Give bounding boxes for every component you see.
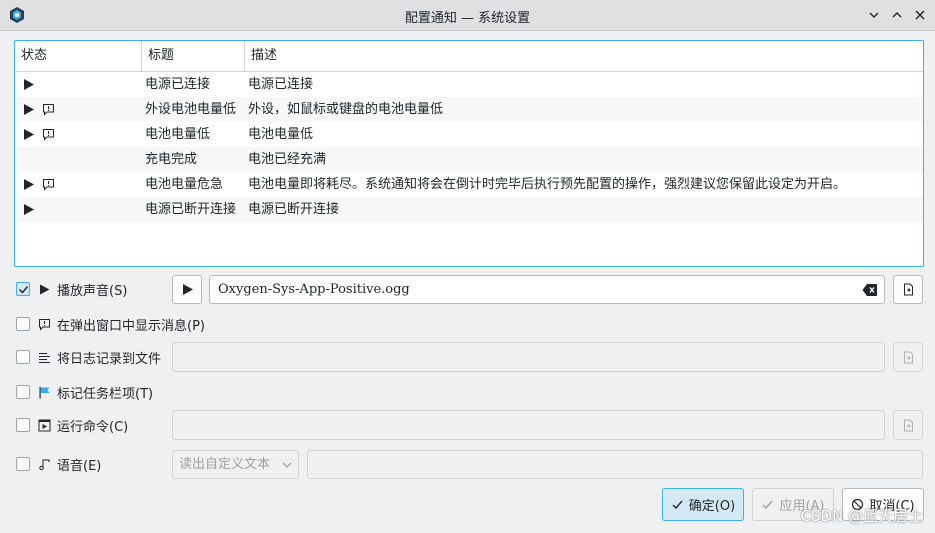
speech-checkbox[interactable] [16, 457, 30, 471]
speech-mode-value: 读出自定义文本 [179, 457, 271, 472]
log-checkbox[interactable] [16, 350, 30, 364]
table-row[interactable]: 电池电量低 电池电量低 [15, 122, 923, 147]
chevron-down-icon [869, 12, 879, 18]
close-icon [915, 10, 925, 20]
maximize-button[interactable] [887, 5, 907, 25]
title-bar: 配置通知 — 系统设置 [0, 0, 935, 31]
music-note-icon [38, 458, 51, 471]
sound-file-value: Oxygen-Sys-App-Positive.ogg [218, 282, 410, 297]
row-description: 电源已连接 [248, 77, 314, 92]
play-icon [38, 283, 51, 296]
open-file-icon [903, 283, 913, 296]
popup-label[interactable]: 在弹出窗口中显示消息(P) [57, 315, 205, 334]
minimize-button[interactable] [864, 5, 884, 25]
popup-checkbox[interactable] [16, 317, 30, 331]
play-sound-option: 播放声音(S) [16, 278, 127, 300]
speech-text-input[interactable] [307, 450, 923, 479]
play-icon [24, 179, 34, 190]
header-description[interactable]: 描述 [245, 41, 277, 71]
play-icon [24, 79, 34, 90]
play-sound-checkbox[interactable] [16, 282, 30, 296]
header-status[interactable]: 状态 [15, 41, 47, 71]
flag-icon [38, 386, 51, 399]
events-table: 状态 标题 描述 电源已连接 电源已连接 外设电池电量低 外设，如鼠标或键盘的电… [14, 40, 924, 267]
row-title: 充电完成 [145, 152, 198, 167]
checkmark-icon [762, 500, 774, 510]
command-checkbox[interactable] [16, 418, 30, 432]
row-title: 外设电池电量低 [145, 102, 237, 117]
play-icon [24, 129, 34, 140]
play-icon [182, 284, 193, 295]
play-icon [24, 104, 34, 115]
speech-label[interactable]: 语音(E) [57, 455, 101, 474]
row-description: 外设，如鼠标或键盘的电池电量低 [248, 102, 444, 117]
preview-sound-button[interactable] [172, 275, 202, 304]
command-input[interactable] [172, 410, 885, 440]
row-title: 电源已连接 [145, 77, 211, 92]
table-header: 状态 标题 描述 [15, 41, 923, 72]
popup-message-icon [43, 129, 54, 141]
taskbar-checkbox[interactable] [16, 385, 30, 399]
watermark: CSDN @蓝天居士 [800, 507, 923, 525]
speech-mode-select[interactable]: 读出自定义文本 [172, 450, 299, 479]
popup-message-icon [38, 318, 51, 331]
taskbar-label[interactable]: 标记任务栏项(T) [57, 383, 153, 402]
play-icon [24, 204, 34, 215]
play-sound-label[interactable]: 播放声音(S) [57, 280, 127, 299]
window-title: 配置通知 — 系统设置 [404, 11, 531, 26]
popup-option: 在弹出窗口中显示消息(P) [16, 313, 205, 335]
close-button[interactable] [910, 5, 930, 25]
row-description: 电池电量即将耗尽。系统通知将会在倒计时完毕后执行预先配置的操作，强烈建议您保留此… [248, 177, 847, 192]
chevron-down-icon [282, 462, 292, 468]
table-row[interactable]: 充电完成 电池已经充满 [15, 147, 923, 172]
row-title: 电源已断开连接 [145, 202, 237, 217]
table-row[interactable]: 电源已连接 电源已连接 [15, 72, 923, 97]
row-title: 电池电量低 [145, 127, 211, 142]
taskbar-option: 标记任务栏项(T) [16, 381, 153, 403]
table-row[interactable]: 电源已断开连接 电源已断开连接 [15, 197, 923, 222]
row-title: 电池电量危急 [145, 177, 224, 192]
chevron-up-icon [892, 12, 902, 18]
row-description: 电源已断开连接 [248, 202, 340, 217]
checkmark-icon [672, 500, 683, 510]
ok-label: 确定(O) [688, 499, 736, 514]
clear-text-icon[interactable] [862, 283, 878, 297]
text-lines-icon [38, 351, 51, 364]
checkmark-icon [18, 286, 29, 294]
browse-sound-button[interactable] [893, 275, 923, 304]
popup-message-icon [43, 179, 54, 191]
row-description: 电池电量低 [248, 127, 314, 142]
browse-command-button[interactable] [893, 410, 923, 440]
run-command-icon [38, 419, 51, 432]
open-file-icon [903, 419, 913, 431]
row-description: 电池已经充满 [248, 152, 327, 167]
table-row[interactable]: 电池电量危急 电池电量即将耗尽。系统通知将会在倒计时完毕后执行预先配置的操作，强… [15, 172, 923, 197]
command-label[interactable]: 运行命令(C) [57, 416, 128, 435]
table-row[interactable]: 外设电池电量低 外设，如鼠标或键盘的电池电量低 [15, 97, 923, 122]
popup-message-icon [43, 104, 54, 116]
command-option: 运行命令(C) [16, 414, 128, 436]
log-option: 将日志记录到文件 [16, 346, 161, 368]
ok-button[interactable]: 确定(O) [662, 488, 744, 521]
log-file-input[interactable] [172, 342, 885, 372]
log-label[interactable]: 将日志记录到文件 [57, 348, 161, 367]
sound-file-input[interactable]: Oxygen-Sys-App-Positive.ogg [209, 275, 885, 304]
speech-option: 语音(E) [16, 453, 101, 475]
browse-log-button[interactable] [893, 342, 923, 372]
open-file-icon [903, 351, 913, 363]
header-title[interactable]: 标题 [142, 41, 174, 71]
